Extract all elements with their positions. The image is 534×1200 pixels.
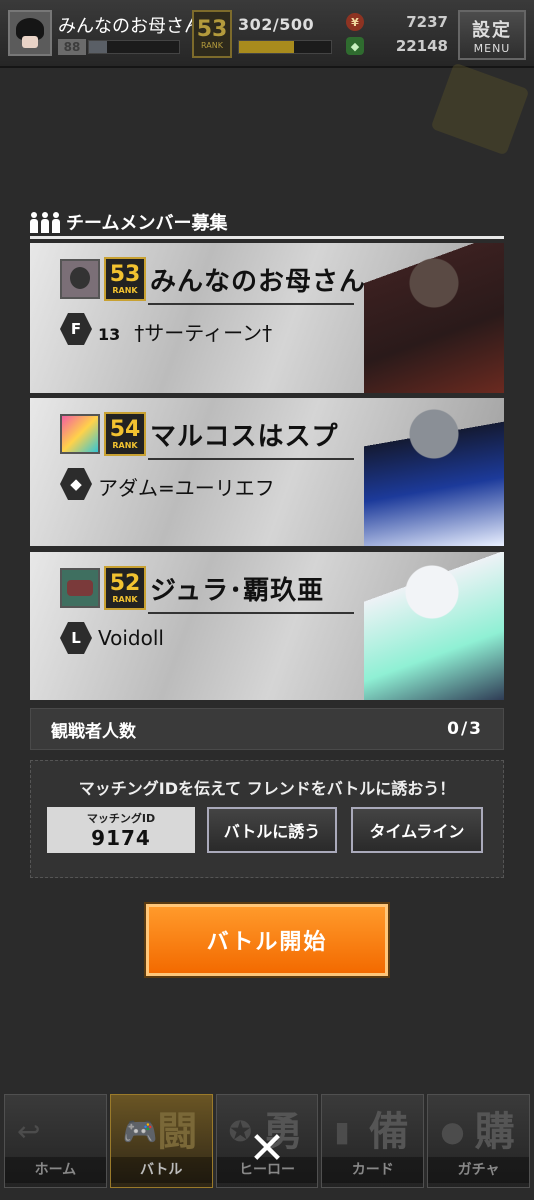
player-level-bar [88,40,180,54]
settings-menu-button[interactable]: 設定 MENU [458,10,526,60]
member-rank-badge: 53 RANK [104,257,146,301]
hero-name: Voidoll [98,626,164,650]
member-avatar [60,259,100,299]
timeline-button[interactable]: タイムライン [351,807,483,853]
battle-kanji-icon: 闘 [157,1109,198,1155]
member-rank-badge: 52 RANK [104,566,146,610]
matching-id-box: マッチングID 9174 [47,807,195,853]
nav-home[interactable]: ↩ ホーム [4,1094,107,1188]
currency-row-gems: ◆ 22148 [346,37,448,57]
member-rank-label: RANK [112,440,138,450]
member-avatar [60,414,100,454]
member-name: マルコスはスプ [150,422,339,452]
member-name: ジュラ･覇玖亜 [150,576,325,606]
team-members-icon [30,211,60,233]
nav-label: ホーム [5,1157,106,1183]
exp-bar [238,40,332,54]
member-rank-badge: 54 RANK [104,412,146,456]
member-hero: 13 †サーティーン† [98,317,272,346]
member-rank-number: 53 [109,261,141,287]
background-decoration [430,62,530,156]
member-card[interactable]: 53 RANK みんなのお母さん F 13 †サーティーン† [30,243,504,393]
player-name: みんなのお母さん [58,16,202,37]
status-bar: みんなのお母さん 88 53 RANK 302/500 ¥ 7237 ◆ 221… [0,0,534,68]
nav-label: カード [322,1157,424,1183]
member-hero: アダム=ユーリエフ [98,472,275,501]
coin-value: 7237 [406,13,448,31]
settings-label: 設定 [472,19,512,41]
panel-header: チームメンバー募集 [30,208,510,236]
matching-id-value: 9174 [91,826,151,850]
gem-icon: ◆ [346,37,364,55]
panel-divider [30,236,504,239]
member-name-underline [148,612,354,614]
hero-role-icon: ◆ [60,468,92,500]
nav-label: ガチャ [428,1157,529,1183]
member-name-underline [148,458,354,460]
gem-value: 22148 [395,37,448,55]
member-rank-number: 54 [109,416,141,442]
member-avatar [60,568,100,608]
hero-level: 13 [98,325,121,344]
matching-id-label: マッチングID [86,812,156,825]
hero-portrait [364,398,504,546]
member-card[interactable]: 54 RANK マルコスはスプ ◆ アダム=ユーリエフ [30,398,504,546]
gacha-icon: ● [440,1115,465,1148]
hero-portrait [364,243,504,393]
exp-text: 302/500 [238,15,315,34]
card-kanji-icon: 備 [368,1109,409,1155]
spectator-count: 0/3 [447,719,483,739]
player-avatar[interactable] [8,10,52,56]
close-icon[interactable]: ✕ [244,1126,290,1172]
player-rank-badge: 53 RANK [192,10,232,58]
member-rank-number: 52 [109,570,141,596]
panel-title: チームメンバー募集 [66,213,228,234]
hero-name: アダム=ユーリエフ [98,476,275,500]
spectator-label: 観戦者人数 [51,721,136,742]
nav-label: バトル [110,1157,212,1183]
gacha-kanji-icon: 購 [474,1109,515,1155]
invite-message: マッチングIDを伝えて フレンドをバトルに誘おう！ [78,779,456,798]
start-battle-button[interactable]: バトル開始 [146,904,388,976]
spectator-count-bar: 観戦者人数 0/3 [30,708,504,750]
hero-portrait [364,552,504,700]
player-rank-label: RANK [201,40,223,50]
invite-to-battle-button[interactable]: バトルに誘う [207,807,337,853]
menu-label: MENU [473,41,511,55]
coin-icon: ¥ [346,13,364,31]
member-rank-label: RANK [112,594,138,604]
member-hero: Voidoll [98,626,164,650]
member-name: みんなのお母さん [150,267,367,297]
nav-card[interactable]: ▮ 備 カード [321,1094,425,1188]
player-rank-number: 53 [196,16,228,42]
controller-icon: 🎮 [122,1115,158,1148]
currency-row-coins: ¥ 7237 [346,13,448,33]
hero-role-icon: F [60,313,92,345]
nav-gacha[interactable]: ● 購 ガチャ [427,1094,530,1188]
member-name-underline [148,303,354,305]
exp-bar-fill [239,41,295,53]
player-level-fill [89,41,107,53]
member-card[interactable]: 52 RANK ジュラ･覇玖亜 L Voidoll [30,552,504,700]
member-rank-label: RANK [112,285,138,295]
hero-name: †サーティーン† [134,321,273,345]
player-level: 88 [58,39,86,55]
card-icon: ▮ [334,1115,350,1148]
nav-battle[interactable]: 🎮 闘 バトル [109,1094,213,1188]
hero-role-icon: L [60,622,92,654]
home-icon: ↩ [17,1115,41,1148]
invite-panel: マッチングIDを伝えて フレンドをバトルに誘おう！ マッチングID 9174 バ… [30,760,504,878]
